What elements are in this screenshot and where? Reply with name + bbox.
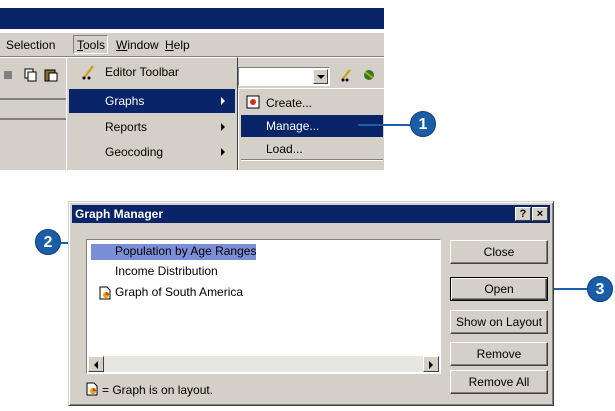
app-titlebar: [0, 8, 384, 29]
help-button[interactable]: ?: [515, 207, 531, 221]
submenu-arrow-icon: [221, 97, 225, 105]
callout-1-leader: [358, 124, 410, 126]
menu-item-graphs[interactable]: Graphs: [69, 89, 235, 113]
show-on-layout-button[interactable]: Show on Layout: [450, 310, 548, 334]
menu-item-load[interactable]: Load...: [241, 138, 383, 160]
editor-icon[interactable]: [340, 68, 354, 82]
callout-3: 3: [587, 276, 613, 302]
dialog-titlebar: Graph Manager ? ×: [72, 205, 550, 223]
graph-on-layout-icon: [99, 286, 111, 300]
list-item[interactable]: Population by Age Ranges: [91, 244, 257, 260]
scroll-right-icon[interactable]: [423, 356, 439, 372]
remove-button[interactable]: Remove: [450, 342, 548, 366]
menu-item-reports[interactable]: Reports: [69, 115, 235, 139]
open-button[interactable]: Open: [450, 277, 548, 301]
menu-item-manage[interactable]: Manage...: [241, 115, 383, 137]
graphs-submenu: Create... Manage... Load...: [238, 88, 384, 170]
callout-1: 1: [410, 111, 436, 137]
remove-all-button[interactable]: Remove All: [450, 370, 548, 394]
copy-icon[interactable]: [24, 68, 38, 82]
horizontal-scrollbar[interactable]: [88, 356, 439, 372]
tools-dropdown: Editor Toolbar Graphs Reports Geocoding: [66, 57, 238, 170]
list-item[interactable]: Graph of South America: [91, 285, 243, 301]
menu-item-editor-toolbar[interactable]: Editor Toolbar: [69, 60, 235, 84]
dialog-title: Graph Manager: [75, 207, 164, 221]
graph-on-layout-icon: [86, 382, 98, 396]
menu-item-geocoding[interactable]: Geocoding: [69, 140, 235, 164]
menu-screenshot: Selection Tools Window Help Editor Toolb…: [0, 0, 384, 170]
chevron-down-icon[interactable]: [313, 69, 328, 84]
graph-create-icon: [246, 95, 260, 109]
menu-window[interactable]: Window: [116, 38, 159, 52]
list-item[interactable]: Income Distribution: [115, 264, 218, 280]
menu-tools[interactable]: Tools: [73, 35, 109, 54]
scale-combo[interactable]: [238, 67, 330, 86]
scroll-left-icon[interactable]: [88, 356, 104, 372]
editor-toolbar-icon: [82, 65, 94, 80]
close-icon[interactable]: ×: [532, 207, 548, 221]
menu-separator: [241, 159, 383, 161]
graph-manager-dialog: Graph Manager ? × Population by Age Rang…: [68, 201, 554, 406]
menu-bar: Selection Tools Window Help: [0, 33, 384, 57]
graph-list[interactable]: Population by Age Ranges Income Distribu…: [86, 239, 441, 374]
close-button[interactable]: Close: [450, 240, 548, 264]
tool-icon[interactable]: [2, 68, 16, 82]
menu-help[interactable]: Help: [165, 38, 190, 52]
menu-selection[interactable]: Selection: [6, 38, 55, 52]
menu-item-create[interactable]: Create...: [241, 92, 383, 114]
globe-tool-icon[interactable]: [362, 68, 376, 82]
submenu-arrow-icon: [221, 123, 225, 131]
callout-2: 2: [35, 229, 61, 255]
background-panel: [0, 96, 76, 170]
submenu-arrow-icon: [221, 148, 225, 156]
paste-icon[interactable]: [44, 68, 58, 82]
